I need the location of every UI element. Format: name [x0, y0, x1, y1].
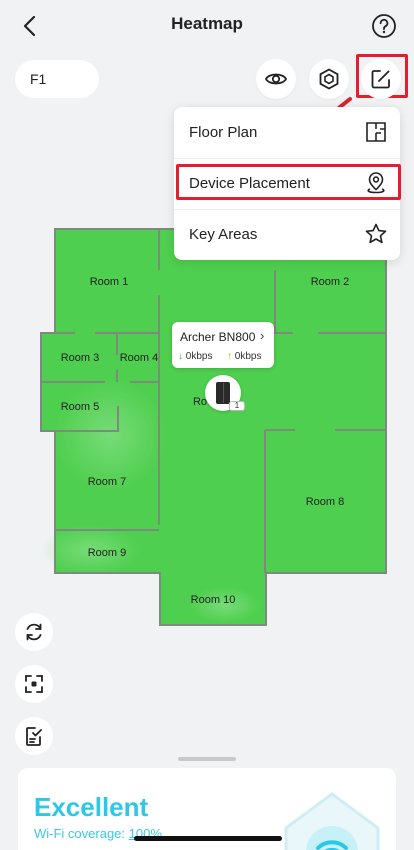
device-name: Archer BN800	[180, 330, 256, 344]
menu-item-key-areas[interactable]: Key Areas	[174, 209, 400, 260]
heat-light-spot	[55, 380, 165, 490]
chevron-right-icon: ›	[260, 328, 265, 343]
view-button[interactable]	[256, 59, 296, 99]
sheet-drag-handle[interactable]	[178, 757, 236, 761]
room-label: Room 8	[306, 496, 345, 508]
house-wifi-illustration	[284, 792, 380, 850]
room-label: Room 2	[311, 276, 350, 288]
edit-icon	[371, 70, 390, 89]
floor-label: F1	[30, 71, 47, 87]
arrow-down-icon: ↓	[178, 351, 183, 362]
download-speed: ↓ 0kbps	[178, 351, 212, 362]
coverage-title: Excellent	[34, 792, 149, 822]
device-placement-highlight-box	[176, 164, 401, 200]
hexagon-button[interactable]	[309, 59, 349, 99]
room-label: Room 3	[61, 352, 100, 364]
star-icon	[365, 223, 387, 244]
menu-item-label: Key Areas	[189, 226, 258, 243]
room-label: Room 4	[120, 352, 159, 364]
help-icon	[372, 14, 396, 38]
help-button[interactable]	[368, 10, 400, 42]
upload-speed: ↑ 0kbps	[227, 351, 261, 362]
refresh-icon	[26, 623, 42, 641]
room-label: Room 1	[90, 276, 129, 288]
router-count-badge: 1	[229, 401, 245, 411]
room-label: Room 9	[88, 547, 127, 559]
notes-button[interactable]	[15, 717, 53, 755]
app-header: Heatmap	[0, 0, 414, 52]
download-value: 0kbps	[185, 351, 213, 362]
room-label: Room 5	[61, 401, 100, 413]
edit-button[interactable]	[361, 59, 401, 99]
hexagon-icon	[319, 68, 339, 90]
eye-icon	[264, 73, 288, 85]
floor-plan-icon	[366, 122, 386, 142]
menu-item-floor-plan[interactable]: Floor Plan	[174, 107, 400, 158]
menu-item-label: Floor Plan	[189, 124, 258, 141]
coverage-subtitle-prefix: Wi-Fi coverage:	[34, 826, 129, 841]
refresh-button[interactable]	[15, 613, 53, 651]
heatmap-floor-plan[interactable]: Room 1 Room 2 Room 3 Room 4 Room 5 Room …	[0, 220, 414, 640]
focus-frame-icon	[25, 675, 43, 693]
home-indicator[interactable]	[134, 836, 282, 841]
page-title: Heatmap	[171, 14, 243, 33]
arrow-up-icon: ↑	[227, 351, 232, 362]
device-card[interactable]: Archer BN800 › ↓ 0kbps ↑ 0kbps	[172, 322, 274, 368]
upload-value: 0kbps	[234, 351, 262, 362]
fit-to-screen-button[interactable]	[15, 665, 53, 703]
room-label: Room 7	[88, 476, 127, 488]
floor-selector[interactable]: F1	[15, 60, 99, 98]
checklist-icon	[26, 727, 42, 746]
room-label: Room 10	[191, 594, 236, 606]
